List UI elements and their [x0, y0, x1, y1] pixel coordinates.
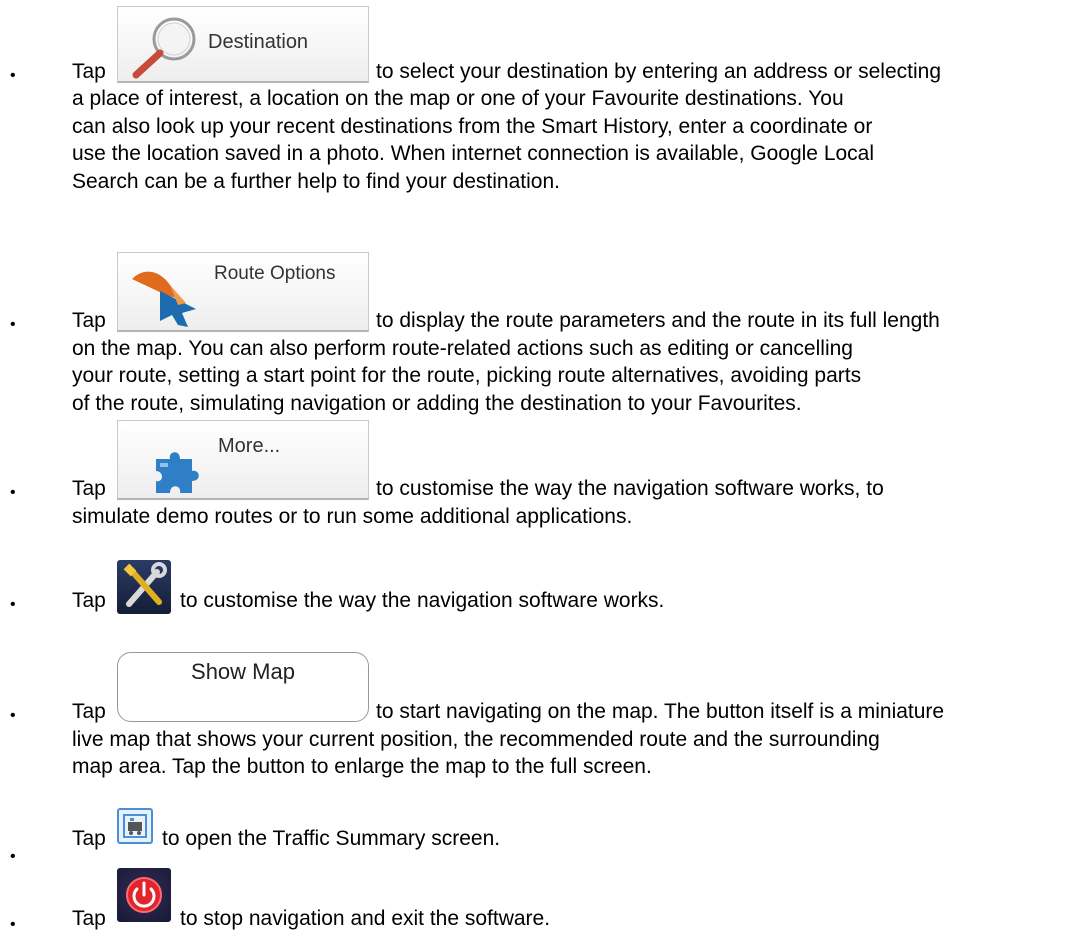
bullet: •: [10, 316, 16, 333]
tap-text: Tap: [72, 907, 106, 930]
item-text: to select your destination by entering a…: [376, 60, 942, 83]
item-text: can also look up your recent destination…: [72, 115, 873, 138]
traffic-icon: [123, 814, 147, 838]
route-arrow-icon: [132, 271, 196, 327]
bullet: •: [10, 916, 16, 933]
magnifier-icon: [132, 17, 196, 79]
item-text: map area. Tap the button to enlarge the …: [72, 755, 652, 778]
bullet: •: [10, 596, 16, 613]
bullet: •: [10, 707, 16, 724]
tools-icon: [123, 562, 167, 607]
tap-text: Tap: [72, 589, 106, 612]
settings-button[interactable]: [117, 560, 171, 614]
bullet: •: [10, 484, 16, 501]
exit-button[interactable]: [117, 868, 171, 922]
item-text: a place of interest, a location on the m…: [72, 87, 844, 110]
item-text: use the location saved in a photo. When …: [72, 142, 875, 165]
item-text: Search can be a further help to find you…: [72, 170, 560, 193]
item-text: to customise the way the navigation soft…: [376, 477, 884, 500]
puzzle-piece-icon: [156, 452, 199, 493]
bullet: •: [10, 67, 16, 84]
tap-text: Tap: [72, 700, 106, 723]
tap-text: Tap: [72, 60, 106, 83]
item-text: to customise the way the navigation soft…: [180, 589, 665, 612]
show-map-button-label: Show Map: [191, 659, 295, 684]
more-button[interactable]: More...: [117, 420, 369, 500]
tap-text: Tap: [72, 477, 106, 500]
item-text: on the map. You can also perform route-r…: [72, 337, 853, 360]
item-text: simulate demo routes or to run some addi…: [72, 505, 633, 528]
bullet: •: [10, 848, 16, 865]
item-text: live map that shows your current positio…: [72, 728, 880, 751]
destination-button-label: Destination: [208, 31, 309, 53]
item-text: your route, setting a start point for th…: [72, 364, 862, 387]
list-item-destination: • Tap Destination to select your destina…: [0, 0, 1086, 200]
route-options-button[interactable]: Route Options: [117, 252, 369, 332]
item-text: to open the Traffic Summary screen.: [162, 827, 501, 850]
traffic-summary-button[interactable]: [117, 808, 153, 844]
destination-button[interactable]: Destination: [117, 6, 369, 83]
power-icon: [126, 877, 162, 913]
item-text: of the route, simulating navigation or a…: [72, 392, 802, 415]
item-text: to display the route parameters and the …: [376, 309, 940, 332]
item-text: to start navigating on the map. The butt…: [376, 700, 945, 723]
more-button-label: More...: [218, 435, 281, 457]
tap-text: Tap: [72, 309, 106, 332]
route-options-button-label: Route Options: [214, 263, 336, 284]
show-map-button[interactable]: Show Map: [117, 652, 369, 722]
tap-text: Tap: [72, 827, 106, 850]
item-text: to stop navigation and exit the software…: [180, 907, 551, 930]
